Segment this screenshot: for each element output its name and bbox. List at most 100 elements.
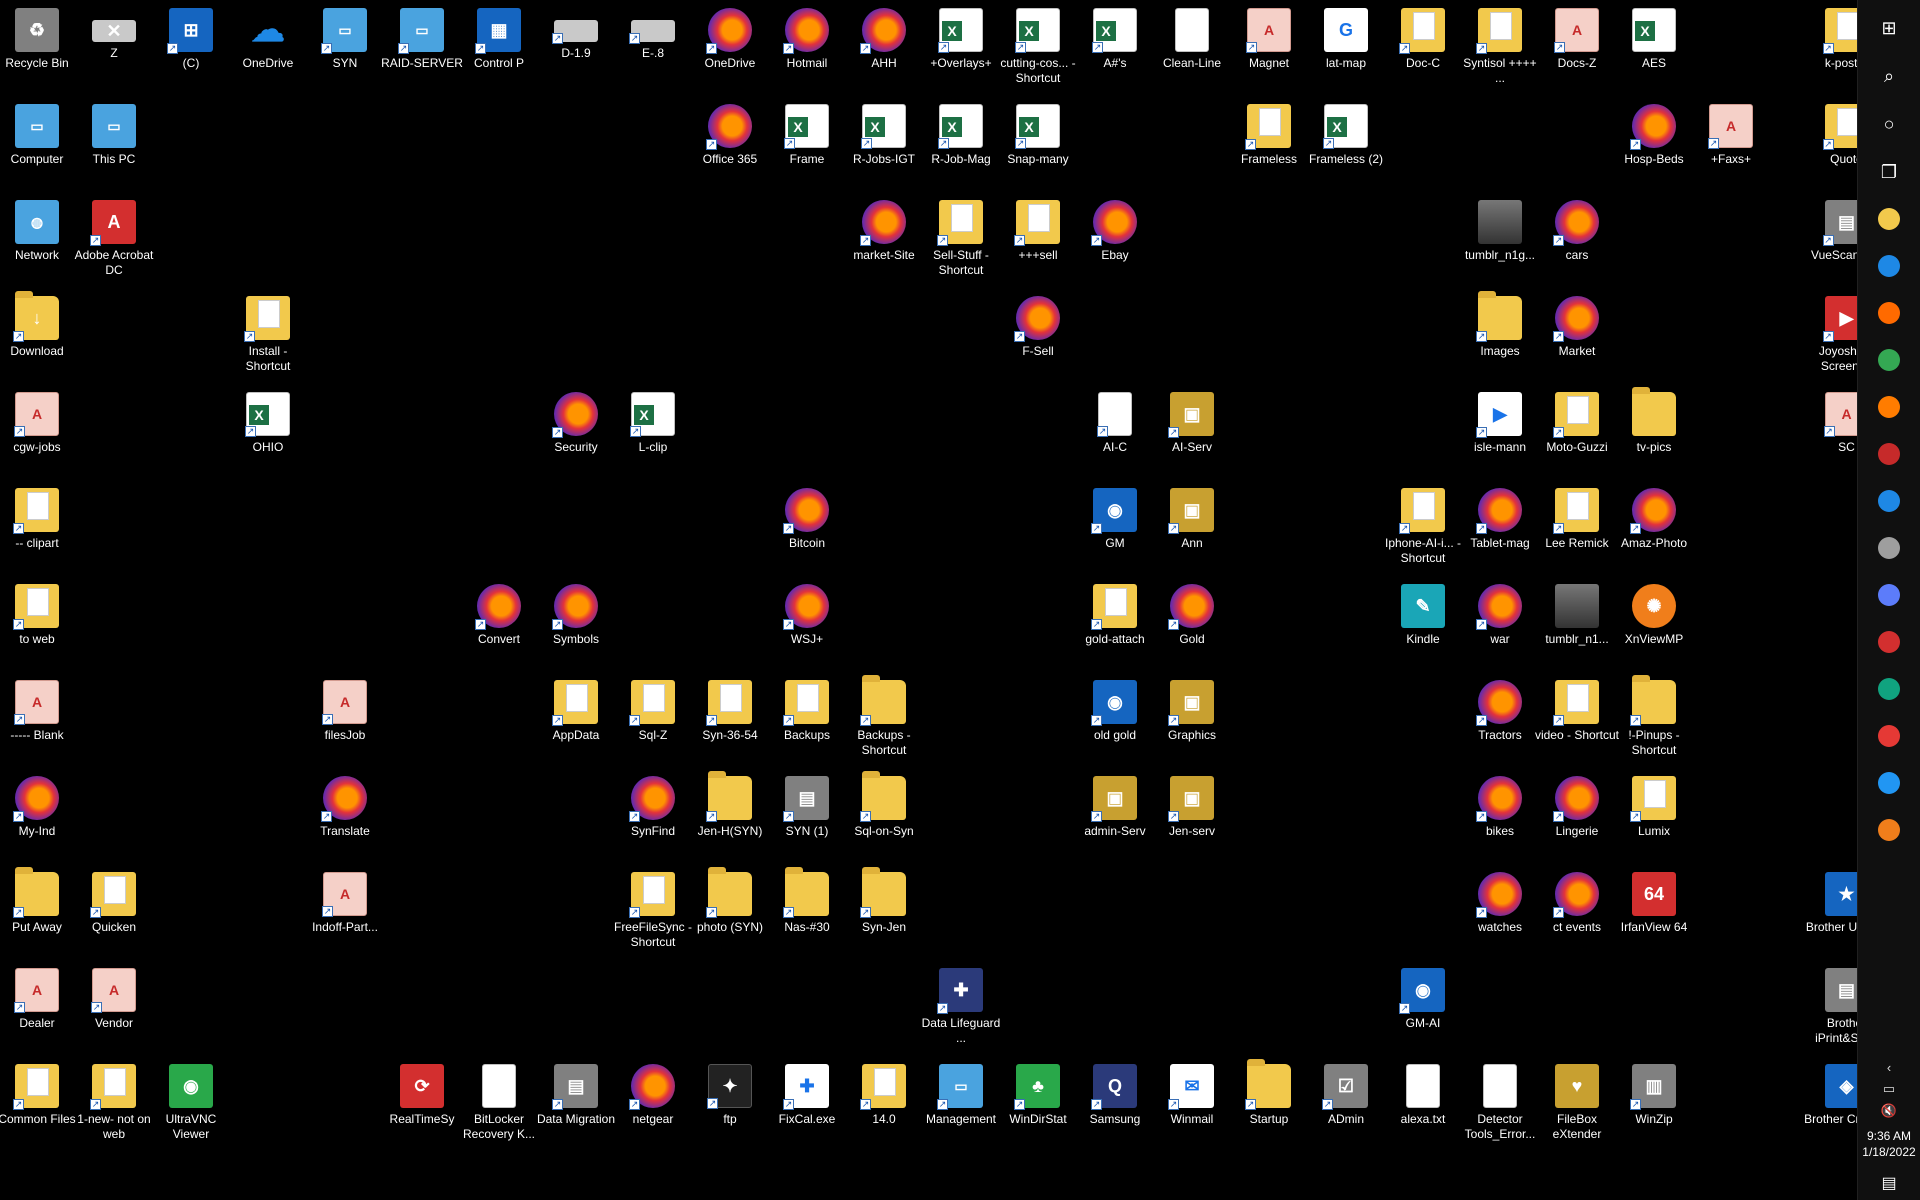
desktop-icon-pinups-shortcut[interactable]: ↗ !-Pinups - Shortcut bbox=[1617, 675, 1691, 758]
desktop-icon-fourteen[interactable]: ↗ 14.0 bbox=[847, 1064, 921, 1127]
speaker-muted-icon[interactable]: 🔇 bbox=[1881, 1100, 1897, 1122]
desktop-icon-sql-z[interactable]: ↗ Sql-Z bbox=[616, 680, 690, 743]
desktop-icon-snap-many[interactable]: X ↗ Snap-many bbox=[1001, 104, 1075, 167]
wwise-icon[interactable] bbox=[1869, 763, 1909, 803]
desktop-icon-data-lifeguard[interactable]: ✚ ↗ Data Lifeguard ... bbox=[922, 968, 1000, 1046]
desktop-icon-common-files[interactable]: ↗ Common Files bbox=[0, 1064, 76, 1127]
adobe-illustrator-icon[interactable] bbox=[1869, 387, 1909, 427]
desktop-icon-cars[interactable]: ↗ cars bbox=[1540, 200, 1614, 263]
desktop-icon-alexa-txt[interactable]: alexa.txt bbox=[1386, 1064, 1460, 1127]
desktop-icon-overlays[interactable]: X ↗ +Overlays+ bbox=[924, 8, 998, 71]
desktop-icon-raid-server[interactable]: ▭ ↗ RAID-SERVER bbox=[381, 8, 463, 71]
desktop-icon-dealer[interactable]: A ↗ Dealer bbox=[0, 968, 74, 1031]
desktop-icon-detector-tools-error[interactable]: Detector Tools_Error... bbox=[1463, 1064, 1537, 1142]
desktop-icon-startup[interactable]: ↗ Startup bbox=[1232, 1059, 1306, 1127]
desktop-icon-admin[interactable]: ☑ ↗ ADmin bbox=[1309, 1064, 1383, 1127]
desktop-icon-sell-stuff-shortcut[interactable]: ↗ Sell-Stuff - Shortcut bbox=[924, 200, 998, 278]
desktop-icon-tumblr-n1[interactable]: tumblr_n1... bbox=[1540, 584, 1614, 647]
desktop-icon-amaz-photo[interactable]: ↗ Amaz-Photo bbox=[1617, 488, 1691, 551]
desktop-icon-gold-attach[interactable]: ↗ gold-attach bbox=[1078, 584, 1152, 647]
desktop-icon-windirstat[interactable]: ♣ ↗ WinDirStat bbox=[1001, 1064, 1075, 1127]
desktop-icon-adobe-acrobat[interactable]: A ↗ Adobe Acrobat DC bbox=[75, 200, 153, 278]
desktop-icon-syn-jen[interactable]: ↗ Syn-Jen bbox=[847, 867, 921, 935]
desktop-icon-computer[interactable]: ▭ Computer bbox=[0, 104, 74, 167]
desktop-icon-new-not-on-web[interactable]: ↗ 1-new- not on web bbox=[77, 1064, 151, 1142]
desktop-icon-freefilesync-shortcut[interactable]: ↗ FreeFileSync - Shortcut bbox=[614, 872, 692, 950]
file-explorer-icon[interactable] bbox=[1869, 199, 1909, 239]
desktop-icon-frame[interactable]: X ↗ Frame bbox=[770, 104, 844, 167]
desktop-icon-tablet-mag[interactable]: ↗ Tablet-mag bbox=[1463, 488, 1537, 551]
desktop-icon-backups[interactable]: ↗ Backups bbox=[770, 680, 844, 743]
desktop-icon-frameless[interactable]: ↗ Frameless bbox=[1232, 104, 1306, 167]
desktop-icon-r-job-mag[interactable]: X ↗ R-Job-Mag bbox=[924, 104, 998, 167]
gm-app-icon[interactable] bbox=[1869, 575, 1909, 615]
desktop-icon-hosp-beds[interactable]: ↗ Hosp-Beds bbox=[1617, 104, 1691, 167]
desktop-icon-e-drive[interactable]: ↗ E-.8 bbox=[616, 8, 690, 61]
desktop-icon-security[interactable]: ↗ Security bbox=[539, 392, 613, 455]
desktop-icon-to-web[interactable]: ↗ to web bbox=[0, 584, 74, 647]
desktop-icon-cutting-cos-shortcut[interactable]: X ↗ cutting-cos... - Shortcut bbox=[1000, 8, 1076, 86]
desktop-icon-war[interactable]: ↗ war bbox=[1463, 584, 1537, 647]
desktop-icon-z-drive[interactable]: ✕ Z bbox=[77, 8, 151, 61]
desktop-icon-watches[interactable]: ↗ watches bbox=[1463, 872, 1537, 935]
desktop-icon-gm-ai[interactable]: ◉ ↗ GM-AI bbox=[1386, 968, 1460, 1031]
desktop-icon-convert[interactable]: ↗ Convert bbox=[462, 584, 536, 647]
desktop-icon-lee-remick[interactable]: ↗ Lee Remick bbox=[1540, 488, 1614, 551]
desktop-icon-ann[interactable]: ▣ ↗ Ann bbox=[1155, 488, 1229, 551]
xnview-icon[interactable] bbox=[1869, 810, 1909, 850]
desktop-icon-winzip[interactable]: ▥ ↗ WinZip bbox=[1617, 1064, 1691, 1127]
desktop-icon-gold[interactable]: ↗ Gold bbox=[1155, 584, 1229, 647]
desktop-icon-market[interactable]: ↗ Market bbox=[1540, 296, 1614, 359]
desktop-icon-sql-on-syn[interactable]: ↗ Sql-on-Syn bbox=[847, 771, 921, 839]
cortana-icon[interactable]: ○ bbox=[1869, 104, 1909, 144]
desktop-icon-onedrive-cloud[interactable]: ☁ OneDrive bbox=[231, 8, 305, 71]
clock[interactable]: 9:36 AM 1/18/2022 bbox=[1862, 1128, 1915, 1160]
desktop-icon-hotmail[interactable]: ↗ Hotmail bbox=[770, 8, 844, 71]
desktop-icon-ftp[interactable]: ✦ ↗ ftp bbox=[693, 1064, 767, 1127]
desktop-icon-ai-serv[interactable]: ▣ ↗ AI-Serv bbox=[1155, 392, 1229, 455]
desktop-icon-images[interactable]: ↗ Images bbox=[1463, 291, 1537, 359]
notification-center-icon[interactable]: ▤ bbox=[1881, 1166, 1896, 1200]
firefox-icon[interactable] bbox=[1869, 293, 1909, 333]
desktop-icon-docs-z[interactable]: A ↗ Docs-Z bbox=[1540, 8, 1614, 71]
desktop-icon-market-site[interactable]: ↗ market-Site bbox=[847, 200, 921, 263]
desktop-icon-samsung[interactable]: Q ↗ Samsung bbox=[1078, 1064, 1152, 1127]
desktop-icon-aes[interactable]: X AES bbox=[1617, 8, 1691, 71]
desktop-icon-realtimesy[interactable]: ⟳ RealTimeSy bbox=[385, 1064, 459, 1127]
desktop-icon-magnet[interactable]: A ↗ Magnet bbox=[1232, 8, 1306, 71]
desktop-icon-cgw-jobs[interactable]: A ↗ cgw-jobs bbox=[0, 392, 74, 455]
acrobat-reader-icon[interactable] bbox=[1869, 622, 1909, 662]
vuescan-icon[interactable] bbox=[1869, 528, 1909, 568]
desktop-icon-d-drive[interactable]: ↗ D-1.9 bbox=[539, 8, 613, 61]
desktop-icon-ebay[interactable]: ↗ Ebay bbox=[1078, 200, 1152, 263]
desktop-icon-network[interactable]: ◍ Network bbox=[0, 200, 74, 263]
desktop-icon-syn-1[interactable]: ▤ ↗ SYN (1) bbox=[770, 776, 844, 839]
desktop-icon-synfind[interactable]: ↗ SynFind bbox=[616, 776, 690, 839]
desktop-icon-ct-events[interactable]: ↗ ct events bbox=[1540, 872, 1614, 935]
desktop-icon-syn[interactable]: ▭ ↗ SYN bbox=[308, 8, 382, 71]
desktop-icon-bitcoin[interactable]: ↗ Bitcoin bbox=[770, 488, 844, 551]
desktop-icon-clipart[interactable]: ↗ -- clipart bbox=[0, 488, 74, 551]
desktop-icon-put-away[interactable]: ↗ Put Away bbox=[0, 867, 74, 935]
desktop-icon-wsj[interactable]: ↗ WSJ+ bbox=[770, 584, 844, 647]
desktop-icon-isle-mann[interactable]: ▶ ↗ isle-mann bbox=[1463, 392, 1537, 455]
desktop-icon-blank[interactable]: A ↗ ----- Blank bbox=[0, 680, 74, 743]
opera-icon[interactable] bbox=[1869, 716, 1909, 756]
desktop-icon-doc-c[interactable]: ↗ Doc-C bbox=[1386, 8, 1460, 71]
search-icon[interactable]: ⌕ bbox=[1869, 56, 1909, 96]
desktop-icon-admin-serv[interactable]: ▣ ↗ admin-Serv bbox=[1078, 776, 1152, 839]
desktop-icon-ai-c[interactable]: ↗ AI-C bbox=[1078, 392, 1152, 455]
desktop-icon-netgear[interactable]: ↗ netgear bbox=[616, 1064, 690, 1127]
desktop-icon-a-numbers[interactable]: X ↗ A#'s bbox=[1078, 8, 1152, 71]
desktop-icon-my-ind[interactable]: ↗ My-Ind bbox=[0, 776, 74, 839]
desktop-icon-fixcal[interactable]: ✚ ↗ FixCal.exe bbox=[770, 1064, 844, 1127]
desktop-icon-vendor[interactable]: A ↗ Vendor bbox=[77, 968, 151, 1031]
desktop-icon-download[interactable]: ↓ ↗ Download bbox=[0, 291, 74, 359]
desktop-icon-clean-line[interactable]: Clean-Line bbox=[1155, 8, 1229, 71]
desktop-icon-c-drive[interactable]: ⊞ ↗ (C) bbox=[154, 8, 228, 71]
desktop-icon-kindle[interactable]: ✎ Kindle bbox=[1386, 584, 1460, 647]
desktop-icon-appdata[interactable]: ↗ AppData bbox=[539, 680, 613, 743]
desktop-icon-lat-map[interactable]: Glat-map bbox=[1309, 8, 1383, 71]
desktop-icon-xnviewmp[interactable]: ✺ XnViewMP bbox=[1617, 584, 1691, 647]
desktop-icon-office-365[interactable]: ↗ Office 365 bbox=[693, 104, 767, 167]
